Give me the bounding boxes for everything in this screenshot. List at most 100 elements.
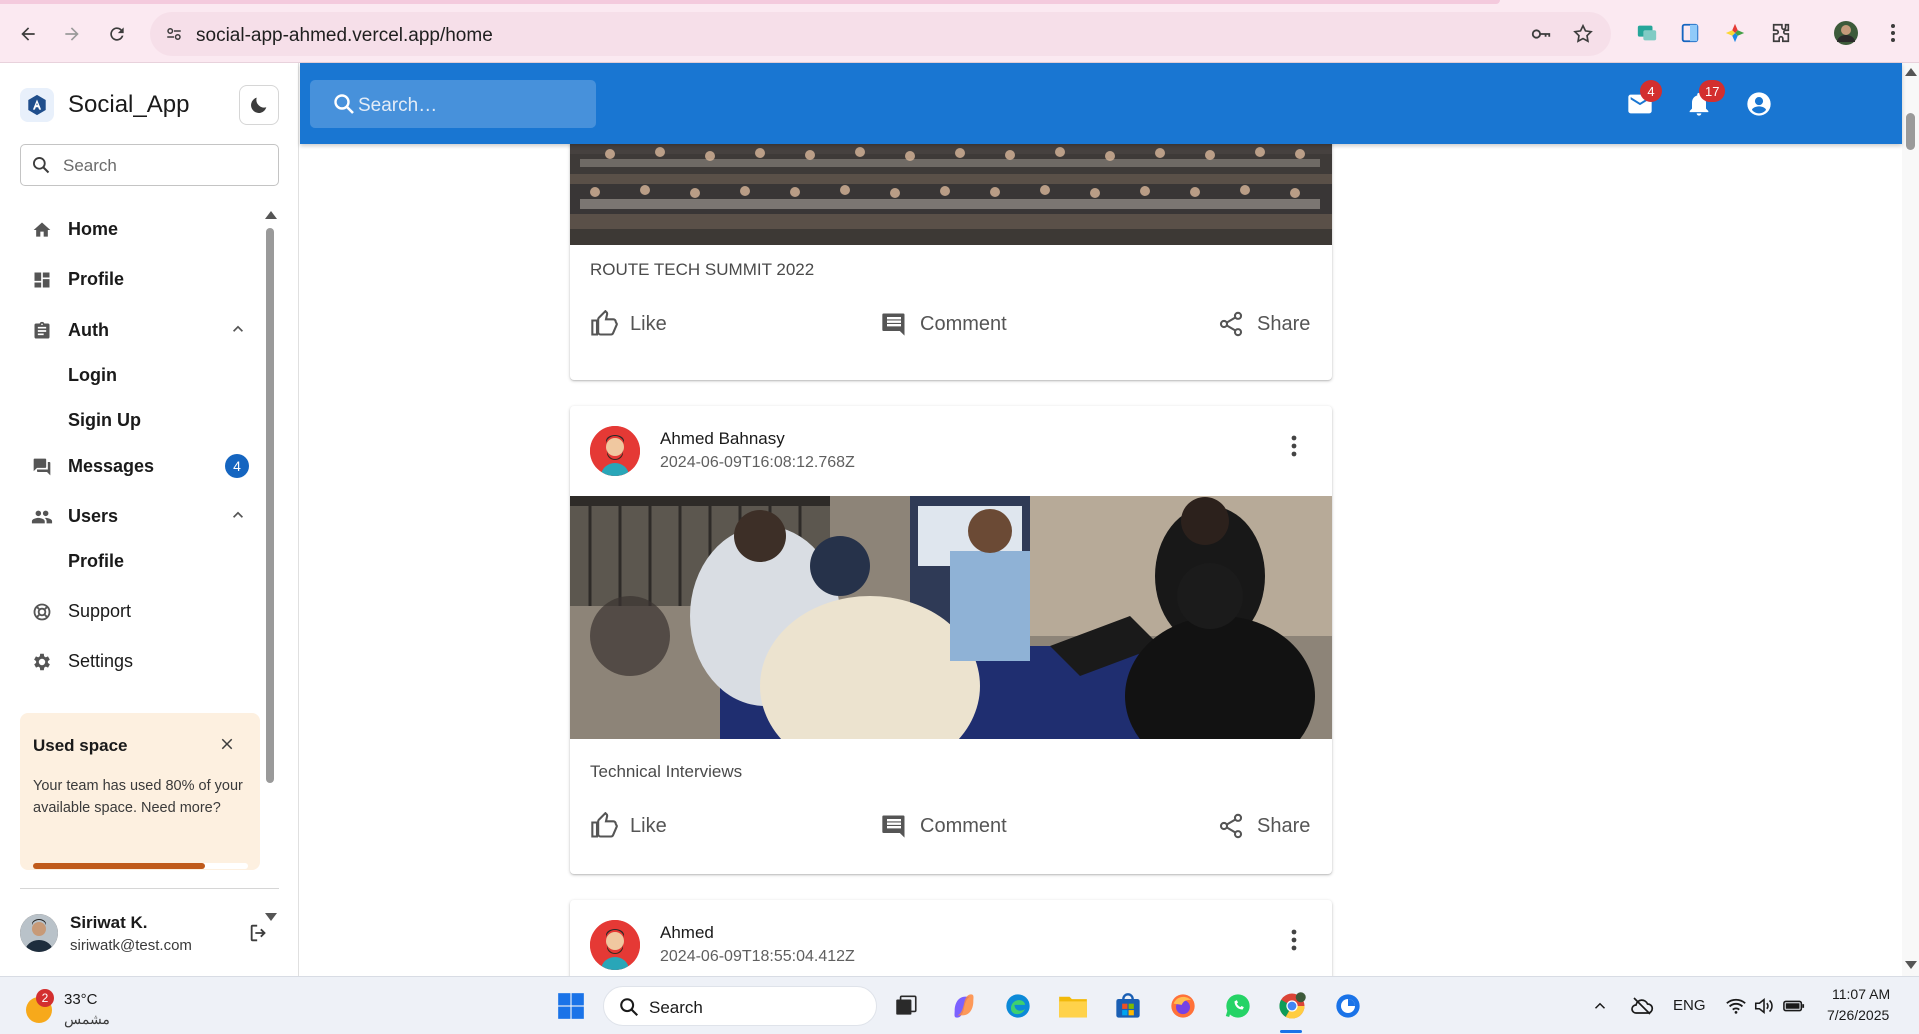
firefox-icon[interactable] — [1167, 990, 1199, 1022]
taskbar-search-placeholder: Search — [649, 998, 703, 1017]
like-button[interactable]: Like — [590, 309, 667, 339]
share-button[interactable]: Share — [1217, 309, 1310, 339]
scroll-up-arrow-icon[interactable] — [1905, 68, 1917, 76]
chevron-up-icon[interactable] — [228, 505, 248, 530]
sidebar-item-support[interactable]: Support — [0, 589, 265, 633]
browser-menu-icon[interactable] — [1880, 20, 1906, 46]
sidebar-item-label: Auth — [68, 319, 109, 340]
used-space-progress — [33, 863, 248, 869]
edge-browser-icon[interactable] — [1002, 990, 1034, 1022]
sidebar-item-users-profile[interactable]: Profile — [0, 539, 265, 583]
sidebar-item-home[interactable]: Home — [0, 207, 265, 251]
clock-time[interactable]: 11:07 AM — [1832, 986, 1890, 1002]
forward-button[interactable] — [56, 18, 88, 50]
sidebar-item-signup[interactable]: Sigin Up — [0, 398, 265, 442]
sidebar-item-users[interactable]: Users — [0, 494, 265, 538]
extensions-puzzle-icon[interactable] — [1768, 20, 1794, 46]
reload-button[interactable] — [101, 18, 133, 50]
share-button[interactable]: Share — [1217, 811, 1310, 841]
chevron-up-icon[interactable] — [1584, 990, 1616, 1022]
extension-book-icon[interactable] — [1677, 20, 1703, 46]
account-circle-icon — [1747, 92, 1771, 116]
copilot-icon[interactable] — [948, 990, 980, 1022]
post-date: 2024-06-09T18:55:04.412Z — [660, 948, 855, 965]
support-icon — [30, 600, 54, 624]
appbar-search-input[interactable]: Search… — [310, 80, 596, 128]
author-avatar[interactable] — [590, 920, 640, 970]
sidebar-search-input[interactable]: Search — [20, 144, 279, 186]
comment-button[interactable]: Comment — [880, 811, 1007, 841]
share-label: Share — [1257, 814, 1311, 837]
windows-taskbar: 2 33°C مشمس Search ENG 11:07 AM 7/26/202… — [0, 976, 1919, 1034]
close-icon[interactable] — [218, 735, 236, 758]
author-avatar[interactable] — [590, 426, 640, 476]
mail-button[interactable]: 4 — [1624, 80, 1662, 120]
bookmark-star-icon[interactable] — [1571, 22, 1595, 46]
sidebar-item-label: Support — [68, 600, 132, 621]
volume-icon[interactable] — [1748, 990, 1780, 1022]
comment-button[interactable]: Comment — [880, 309, 1007, 339]
post-image[interactable] — [570, 144, 1332, 245]
file-explorer-icon[interactable] — [1057, 990, 1089, 1022]
sidebar-menu: Home Profile Auth Login Sigin Up Message… — [0, 198, 265, 770]
weather-widget[interactable]: 2 33°C مشمس — [22, 985, 142, 1029]
language-indicator[interactable]: ENG — [1673, 997, 1706, 1014]
start-button[interactable] — [555, 990, 587, 1022]
address-bar[interactable]: social-app-ahmed.vercel.app/home — [150, 12, 1611, 56]
sidebar-item-auth[interactable]: Auth — [0, 308, 265, 352]
brand[interactable]: Social_App — [20, 88, 189, 122]
scroll-thumb[interactable] — [266, 228, 274, 783]
scroll-down-arrow-icon[interactable] — [1905, 961, 1917, 969]
gear-icon — [30, 650, 54, 674]
post-card: Ahmed Bahnasy 2024-06-09T16:08:12.768Z T… — [570, 406, 1332, 874]
whatsapp-icon[interactable] — [1222, 990, 1254, 1022]
like-button[interactable]: Like — [590, 811, 667, 841]
site-info-icon[interactable] — [162, 22, 186, 46]
avatar[interactable] — [20, 914, 58, 952]
sidebar-item-label: Messages — [68, 455, 155, 476]
chrome-icon[interactable] — [1276, 990, 1308, 1022]
post-card: Ahmed 2024-06-09T18:55:04.412Z — [570, 900, 1332, 976]
thumb-up-icon — [591, 812, 618, 838]
page-scrollbar[interactable] — [1902, 63, 1919, 976]
weather-badge: 2 — [36, 989, 54, 1007]
post-image[interactable] — [570, 496, 1332, 739]
sidebar-item-messages[interactable]: Messages 4 — [0, 444, 265, 488]
extension-colorful-icon[interactable] — [1722, 20, 1748, 46]
post-card: ROUTE TECH SUMMIT 2022 Like Comment Shar… — [570, 144, 1332, 380]
password-key-icon[interactable] — [1529, 22, 1553, 46]
dashboard-icon — [30, 268, 54, 292]
profile-avatar-icon[interactable] — [1833, 20, 1859, 46]
post-author[interactable]: Ahmed — [660, 923, 714, 943]
sidebar-subitem-label: Login — [68, 364, 117, 385]
theme-toggle-button[interactable] — [239, 85, 279, 125]
pinned-app-icon[interactable] — [1332, 990, 1364, 1022]
onedrive-offline-icon[interactable] — [1626, 990, 1658, 1022]
scroll-thumb[interactable] — [1906, 113, 1915, 150]
back-button[interactable] — [12, 18, 44, 50]
url-text[interactable]: social-app-ahmed.vercel.app/home — [196, 25, 493, 47]
logout-icon[interactable] — [248, 922, 270, 949]
post-author[interactable]: Ahmed Bahnasy — [660, 429, 785, 449]
task-view-icon[interactable] — [890, 990, 922, 1022]
sidebar-item-settings[interactable]: Settings — [0, 639, 265, 683]
share-label: Share — [1257, 312, 1311, 335]
sidebar-item-login[interactable]: Login — [0, 353, 265, 397]
more-vert-icon[interactable] — [1280, 926, 1308, 954]
clock-date[interactable]: 7/26/2025 — [1827, 1007, 1889, 1023]
battery-icon[interactable] — [1778, 990, 1810, 1022]
scroll-up-arrow-icon[interactable] — [265, 211, 277, 219]
more-vert-icon[interactable] — [1280, 432, 1308, 460]
sidebar-item-profile[interactable]: Profile — [0, 257, 265, 301]
taskbar-search-input[interactable]: Search — [603, 986, 877, 1026]
notifications-button[interactable]: 17 — [1683, 80, 1726, 120]
forward-arrow-icon — [65, 27, 79, 41]
account-button[interactable] — [1743, 88, 1775, 120]
extension-chat-icon[interactable] — [1634, 20, 1660, 46]
microsoft-store-icon[interactable] — [1112, 990, 1144, 1022]
sidebar-scrollbar[interactable] — [265, 208, 277, 921]
chevron-up-icon[interactable] — [228, 319, 248, 344]
browser-toolbar: social-app-ahmed.vercel.app/home — [0, 0, 1919, 63]
sidebar-search-placeholder: Search — [63, 156, 117, 175]
top-app-bar: Search… 4 17 — [300, 63, 1902, 144]
